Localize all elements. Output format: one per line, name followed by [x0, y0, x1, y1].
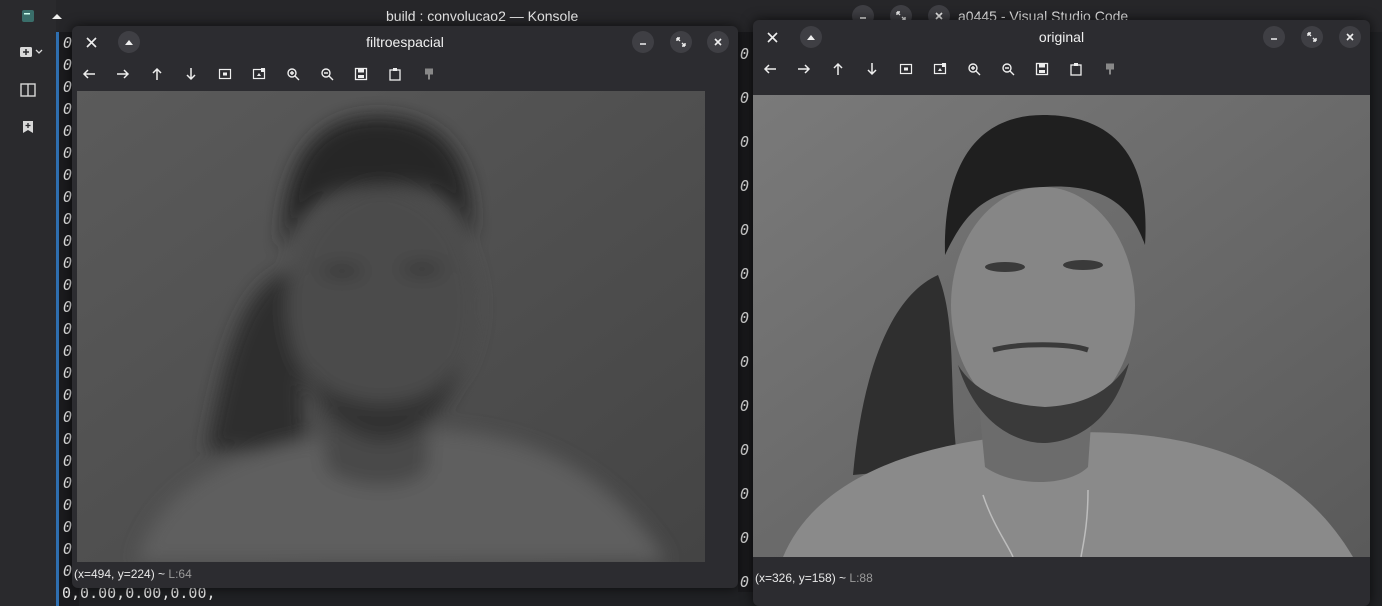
original-close-icon[interactable] [761, 26, 783, 48]
bookmark-icon[interactable] [14, 115, 42, 139]
filtered-arrow-left-icon[interactable] [78, 63, 100, 85]
filtered-arrow-down-icon[interactable] [180, 63, 202, 85]
original-status-coords: (x=326, y=158) ~ [755, 571, 847, 585]
filtered-arrow-right-icon[interactable] [112, 63, 134, 85]
filtered-close-icon[interactable] [80, 31, 102, 53]
split-view-icon[interactable] [14, 78, 42, 102]
filtered-save-icon[interactable] [350, 63, 372, 85]
filtered-keep-above-button[interactable] [118, 31, 140, 53]
activity-bar [0, 0, 56, 606]
original-properties-icon[interactable] [1099, 58, 1121, 80]
filtered-status-bar: (x=494, y=224) ~ L:64 [74, 567, 192, 581]
terminal-digit-column-right: 0000000000000 [740, 45, 750, 591]
konsole-title: build : convolucao2 — Konsole [386, 8, 579, 24]
original-zoom-original-icon[interactable] [929, 58, 951, 80]
original-status-bar: (x=326, y=158) ~ L:88 [755, 571, 873, 585]
filtered-zoom-out-icon[interactable] [316, 63, 338, 85]
filtered-image[interactable] [77, 91, 705, 562]
app-icon[interactable] [14, 4, 42, 28]
konsole-collapse-icon[interactable] [46, 5, 68, 27]
original-arrow-down-icon[interactable] [861, 58, 883, 80]
original-minimize-button[interactable] [1263, 26, 1285, 48]
filtered-minimize-button[interactable] [632, 31, 654, 53]
original-image[interactable] [753, 95, 1370, 557]
filtered-image-window: filtroespacial (x=494, y=224) ~ L:64 [72, 26, 738, 588]
original-zoom-out-icon[interactable] [997, 58, 1019, 80]
original-arrow-up-icon[interactable] [827, 58, 849, 80]
original-copy-icon[interactable] [1065, 58, 1087, 80]
filtered-zoom-original-icon[interactable] [248, 63, 270, 85]
filtered-zoom-in-icon[interactable] [282, 63, 304, 85]
filtered-toolbar [72, 61, 738, 87]
original-status-level: L:88 [849, 571, 873, 585]
terminal-digit-column: 0000000000000000000000000 [63, 34, 73, 580]
original-save-icon[interactable] [1031, 58, 1053, 80]
original-keep-above-button[interactable] [800, 26, 822, 48]
filtered-zoom-fit-icon[interactable] [214, 63, 236, 85]
original-image-window: original (x=326, y=158) ~ L:88 [753, 20, 1370, 606]
filtered-status-coords: (x=494, y=224) ~ [74, 567, 166, 581]
filtered-status-level: L:64 [168, 567, 192, 581]
original-arrow-right-icon[interactable] [793, 58, 815, 80]
filtered-properties-icon[interactable] [418, 63, 440, 85]
original-zoom-fit-icon[interactable] [895, 58, 917, 80]
original-zoom-in-icon[interactable] [963, 58, 985, 80]
filtered-close-button[interactable] [707, 31, 729, 53]
filtered-arrow-up-icon[interactable] [146, 63, 168, 85]
filtered-copy-icon[interactable] [384, 63, 406, 85]
original-arrow-left-icon[interactable] [759, 58, 781, 80]
new-item-icon[interactable] [14, 40, 50, 64]
original-close-button[interactable] [1339, 26, 1361, 48]
original-maximize-button[interactable] [1301, 26, 1323, 48]
filtered-maximize-button[interactable] [670, 31, 692, 53]
original-toolbar [753, 56, 1370, 82]
